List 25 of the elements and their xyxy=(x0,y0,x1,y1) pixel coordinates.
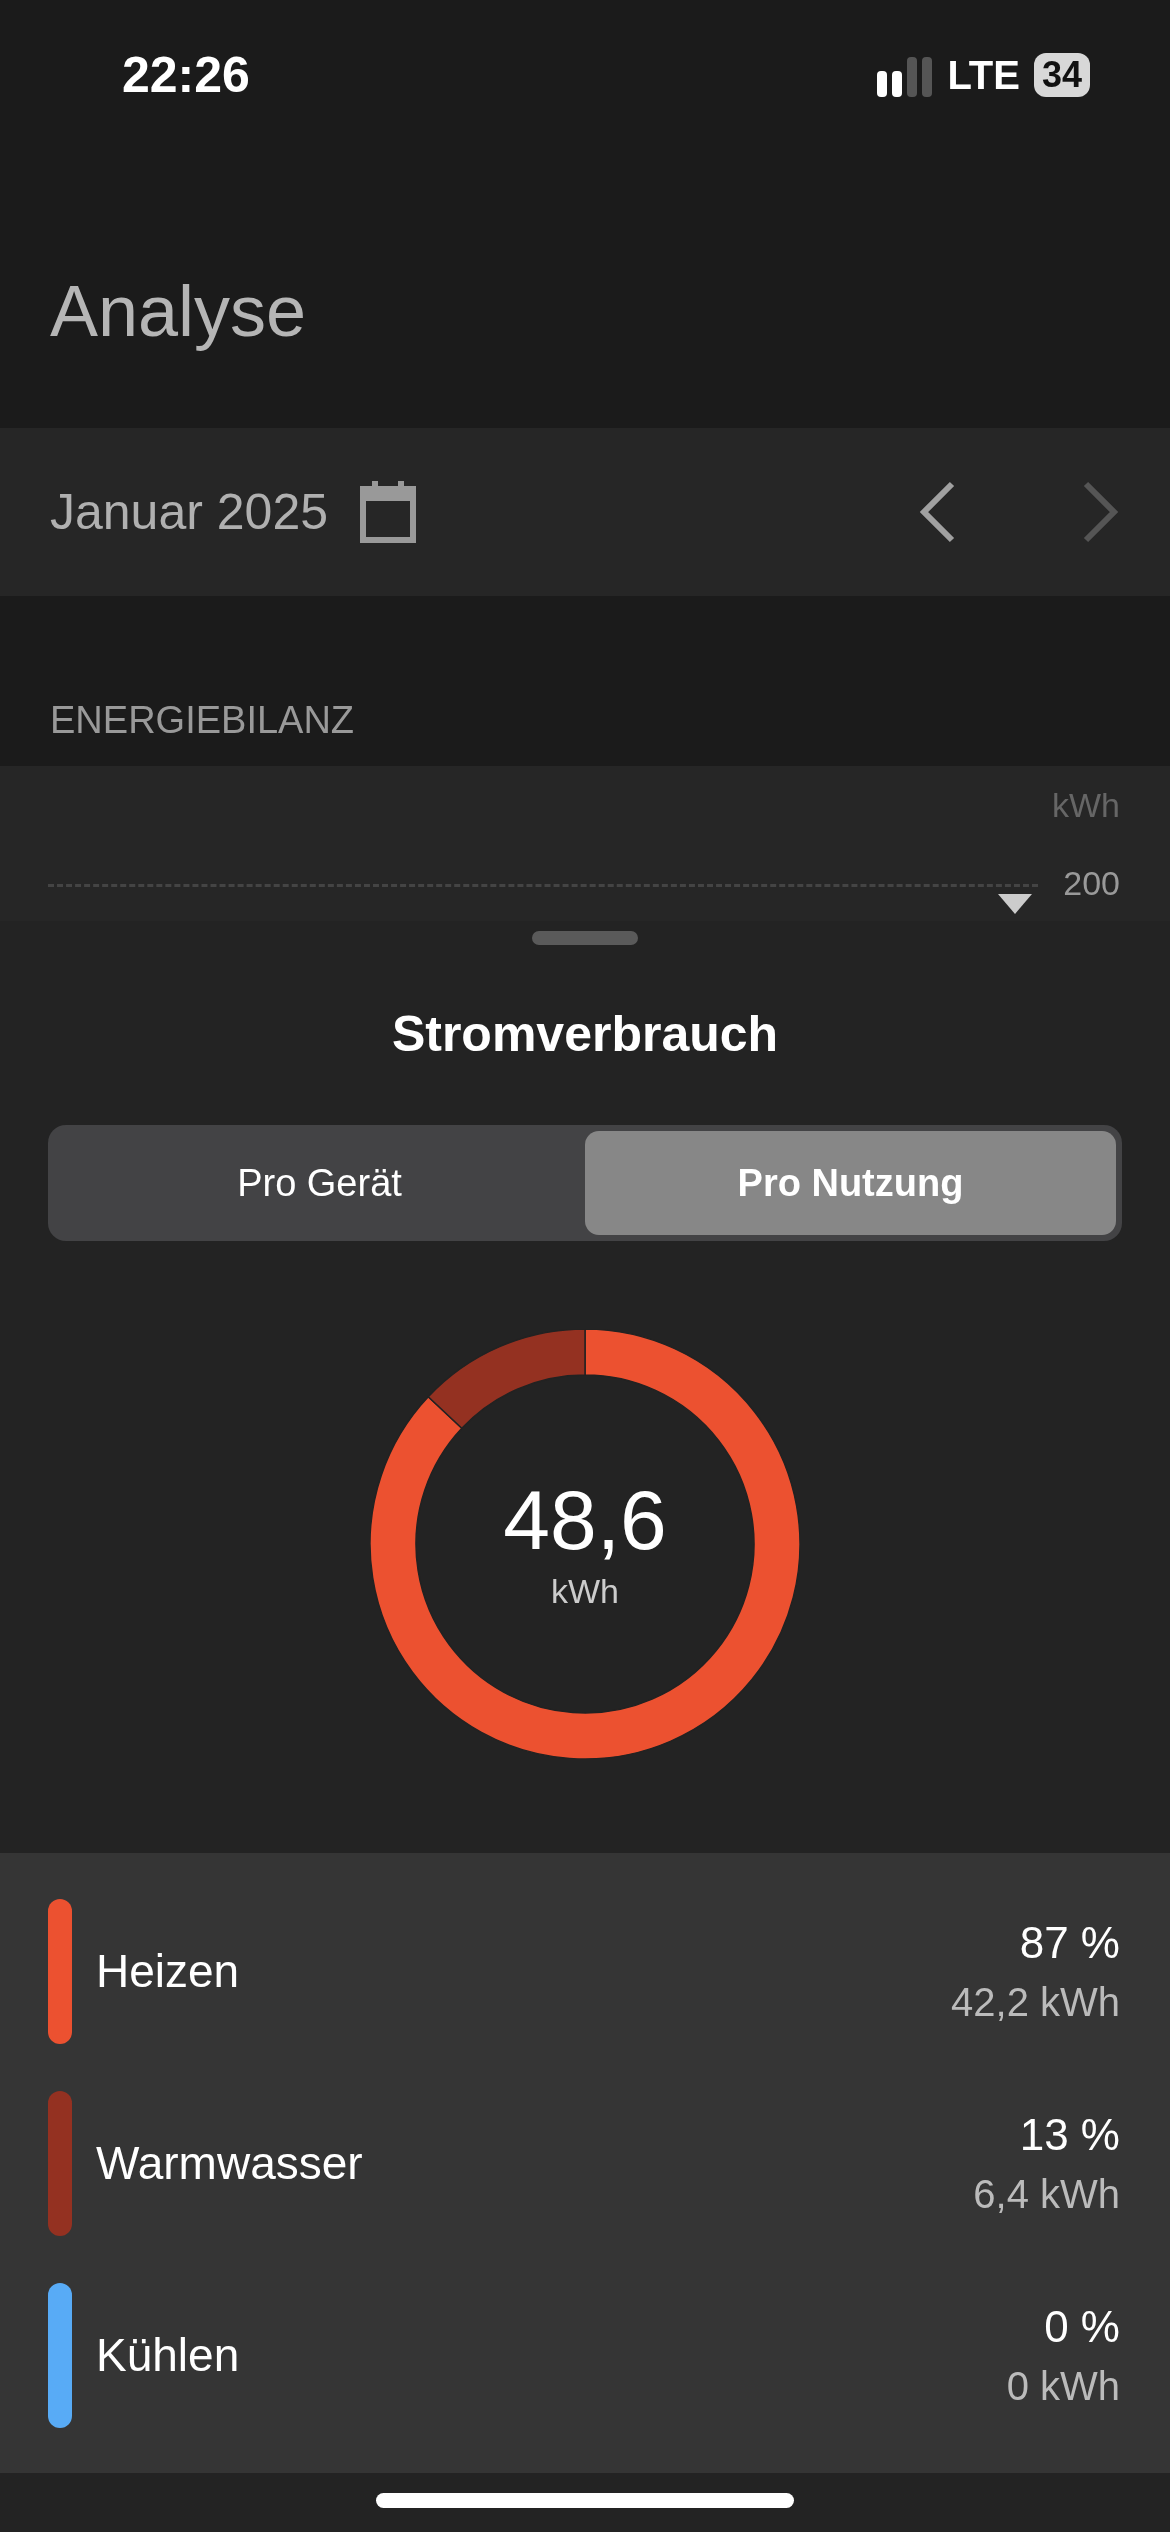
legend-energy: 0 kWh xyxy=(1006,2363,1120,2409)
sheet-title: Stromverbrauch xyxy=(391,1005,779,1063)
segment-tab[interactable]: Pro Nutzung xyxy=(585,1131,1116,1235)
calendar-icon[interactable] xyxy=(360,481,416,543)
segment-tab[interactable]: Pro Gerät xyxy=(54,1131,585,1235)
axis-tick: 200 xyxy=(1063,864,1120,903)
triangle-marker-icon xyxy=(998,894,1032,914)
legend-percent: 0 % xyxy=(1044,2301,1120,2352)
battery-level: 34 xyxy=(1033,53,1090,97)
legend-energy: 6,4 kWh xyxy=(973,2171,1120,2217)
legend-percent: 87 % xyxy=(1019,1917,1120,1968)
sheet-handle[interactable] xyxy=(532,931,638,945)
total-value: 48,6 xyxy=(503,1477,667,1562)
legend-energy: 42,2 kWh xyxy=(951,1979,1120,2025)
total-unit: kWh xyxy=(551,1571,619,1611)
period-label[interactable]: Januar 2025 xyxy=(50,483,328,541)
network-label: LTE xyxy=(947,52,1020,98)
status-time: 22:26 xyxy=(122,46,250,104)
legend-label: Kühlen xyxy=(96,2328,241,2382)
page-title: Analyse xyxy=(49,270,308,353)
section-label: ENERGIEBILANZ xyxy=(50,699,355,742)
axis-unit: kWh xyxy=(1052,786,1120,825)
legend-percent: 13 % xyxy=(1019,2109,1120,2160)
legend-label: Warmwasser xyxy=(96,2136,364,2190)
legend-label: Heizen xyxy=(96,1944,241,1998)
